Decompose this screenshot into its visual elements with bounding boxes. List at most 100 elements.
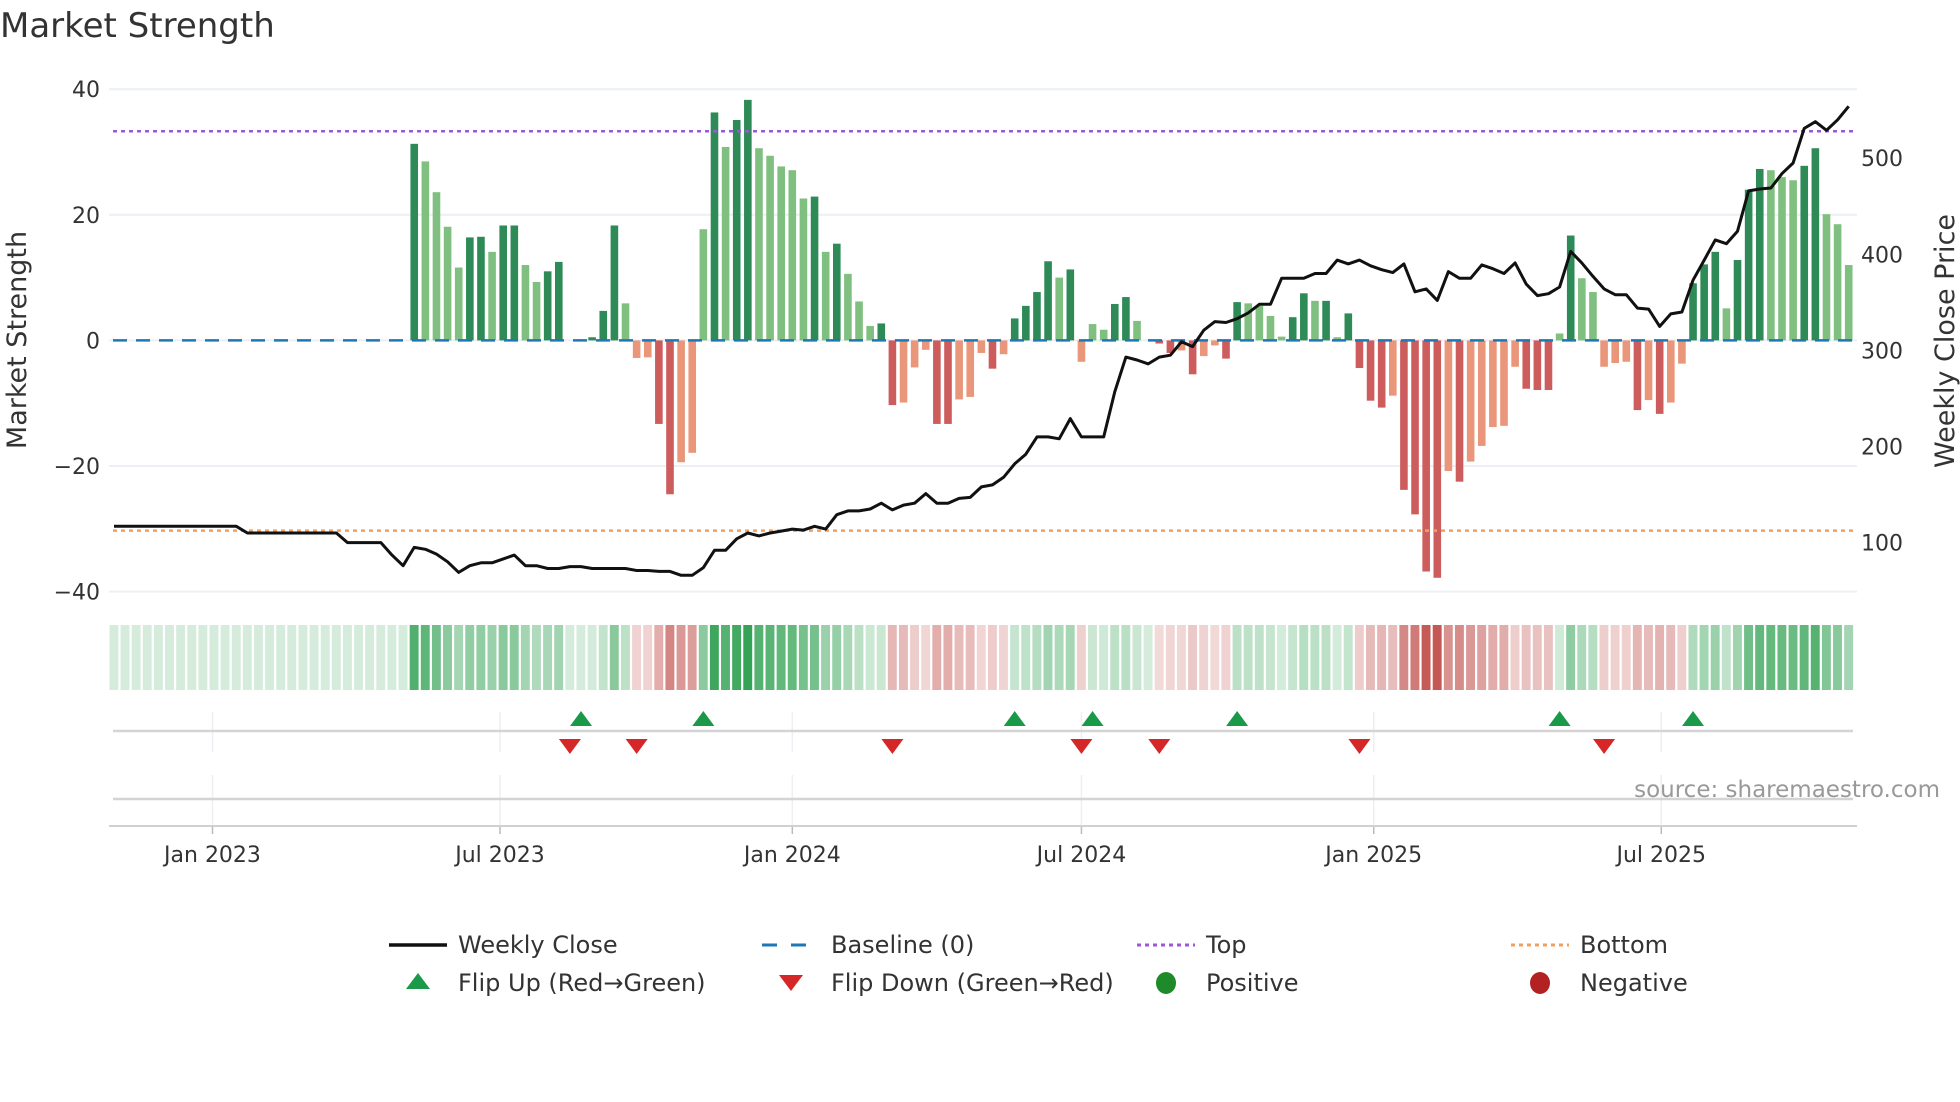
strip-cell-positive bbox=[576, 625, 586, 690]
strip-cell-negative bbox=[1165, 625, 1175, 690]
positive-strength-bar bbox=[810, 196, 819, 341]
positive-strength-bar bbox=[1022, 305, 1030, 341]
negative-strength-bar bbox=[1455, 340, 1464, 482]
strip-cell-positive bbox=[298, 625, 308, 690]
negative-strength-bar bbox=[1444, 340, 1453, 472]
positive-strength-bar bbox=[466, 237, 474, 341]
strip-cell-negative bbox=[1499, 625, 1509, 690]
strip-cell-positive bbox=[409, 625, 419, 690]
strip-cell-negative bbox=[1221, 625, 1231, 690]
negative-strength-bar bbox=[1377, 340, 1386, 408]
legend-label: Flip Up (Red→Green) bbox=[458, 969, 706, 997]
legend-label: Top bbox=[1205, 931, 1247, 959]
strip-cell-positive bbox=[520, 625, 530, 690]
strip-cell-positive bbox=[1799, 625, 1809, 690]
y-tick-label: 40 bbox=[72, 78, 100, 103]
negative-strength-bar bbox=[966, 340, 975, 397]
positive-strength-bar bbox=[477, 236, 485, 341]
negative-strength-bar bbox=[1644, 340, 1653, 401]
strip-cell-positive bbox=[532, 625, 541, 690]
strip-cell-positive bbox=[787, 625, 797, 690]
strip-cell-negative bbox=[1666, 625, 1676, 690]
positive-strength-bar bbox=[1833, 224, 1842, 341]
positive-strength-bar bbox=[732, 119, 741, 341]
positive-strength-bar bbox=[1755, 168, 1764, 341]
strip-cell-negative bbox=[1532, 625, 1542, 690]
strip-cell-positive bbox=[365, 625, 375, 690]
positive-strength-bar bbox=[744, 99, 752, 341]
strip-cell-positive bbox=[131, 625, 141, 690]
x-tick-label: Jul 2023 bbox=[453, 843, 545, 868]
positive-strength-bar bbox=[1744, 189, 1753, 341]
strip-cell-positive bbox=[1332, 625, 1342, 690]
flip-down-marker bbox=[558, 739, 581, 754]
negative-strength-bar bbox=[655, 340, 663, 424]
legend-label: Baseline (0) bbox=[831, 931, 974, 959]
strip-cell-positive bbox=[1265, 625, 1275, 690]
strip-cell-negative bbox=[1632, 625, 1642, 690]
strip-cell-positive bbox=[487, 625, 497, 690]
triangle-up-icon bbox=[406, 973, 430, 989]
strip-cell-positive bbox=[1310, 625, 1320, 690]
strength-bars bbox=[410, 99, 1853, 578]
strip-cell-negative bbox=[1610, 625, 1620, 690]
strip-cell-negative bbox=[932, 625, 942, 690]
strip-cell-positive bbox=[198, 625, 208, 690]
strip-cell-negative bbox=[1599, 625, 1609, 690]
negative-strength-bar bbox=[955, 340, 963, 400]
legend: Weekly Close Baseline (0) Top Bottom Flip Up… bbox=[389, 931, 1688, 997]
strip-cell-positive bbox=[220, 625, 230, 690]
positive-strength-bar bbox=[1711, 251, 1720, 341]
strip-cell-positive bbox=[1277, 625, 1286, 690]
negative-strength-bar bbox=[1477, 340, 1486, 446]
negative-strength-bar bbox=[1411, 340, 1419, 515]
positive-strength-bar bbox=[1844, 265, 1853, 341]
strip-cell-negative bbox=[921, 625, 931, 690]
strip-cell-negative bbox=[910, 625, 919, 690]
legend-label: Positive bbox=[1206, 969, 1299, 997]
strip-cell-positive bbox=[1821, 625, 1831, 690]
strip-cell-negative bbox=[898, 625, 908, 690]
negative-strength-bar bbox=[999, 340, 1008, 355]
strip-cell-negative bbox=[1432, 625, 1442, 690]
negative-strength-bar bbox=[1611, 340, 1619, 364]
strip-cell-negative bbox=[1154, 625, 1164, 690]
strip-cell-positive bbox=[1032, 625, 1042, 690]
positive-strength-bar bbox=[1099, 329, 1108, 341]
legend-label: Weekly Close bbox=[458, 931, 618, 959]
strip-cell-positive bbox=[420, 625, 430, 690]
flip-up-marker bbox=[570, 711, 593, 726]
positive-strength-bar bbox=[1311, 300, 1319, 341]
y2-tick-label: 300 bbox=[1861, 339, 1903, 364]
x-tick-label: Jul 2025 bbox=[1615, 843, 1707, 868]
strip-cell-positive bbox=[165, 625, 174, 690]
positive-strength-bar bbox=[599, 310, 608, 341]
strip-cell-positive bbox=[1021, 625, 1031, 690]
negative-strength-bar bbox=[1400, 340, 1408, 490]
strip-cell-positive bbox=[1699, 625, 1709, 690]
negative-strength-bar bbox=[933, 340, 941, 424]
negative-circle-icon bbox=[1530, 972, 1550, 994]
strip-cell-positive bbox=[309, 625, 319, 690]
strip-cell-positive bbox=[821, 625, 831, 690]
strip-cell-positive bbox=[376, 625, 386, 690]
legend-item: Baseline (0) bbox=[762, 931, 974, 959]
legend-item: Positive bbox=[1156, 969, 1299, 997]
strip-cell-positive bbox=[331, 625, 341, 690]
positive-strength-bar bbox=[421, 161, 430, 341]
positive-strength-bar bbox=[833, 243, 841, 341]
strip-cell-negative bbox=[665, 625, 675, 690]
flip-down-marker bbox=[1148, 739, 1171, 754]
negative-strength-bar bbox=[1511, 340, 1519, 367]
strip-cell-negative bbox=[1454, 625, 1464, 690]
positive-strength-bar bbox=[1111, 303, 1119, 341]
legend-item: Bottom bbox=[1511, 931, 1668, 959]
strip-cell-negative bbox=[943, 625, 953, 690]
negative-strength-bar bbox=[944, 340, 952, 424]
positive-strength-bar bbox=[1778, 177, 1786, 341]
x-axis: Jan 2023 Jul 2023 Jan 2024 Jul 2024 Jan 2025… bbox=[109, 825, 1857, 868]
strip-cell-negative bbox=[632, 625, 641, 690]
strip-cell-negative bbox=[1644, 625, 1653, 690]
positive-strength-bar bbox=[1767, 170, 1775, 341]
strip-cell-positive bbox=[732, 625, 742, 690]
